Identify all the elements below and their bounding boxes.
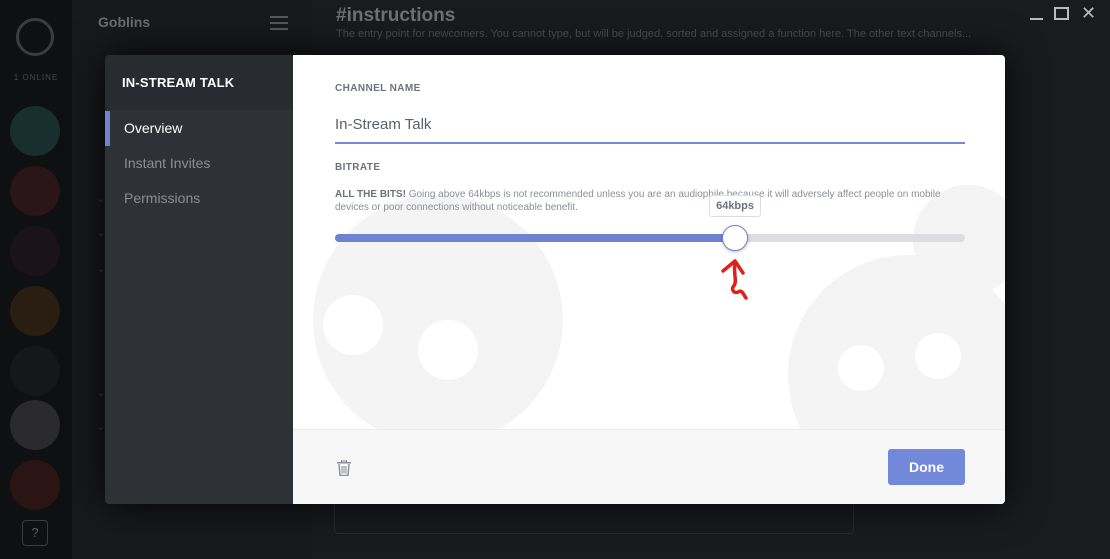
channel-settings-modal: IN-STREAM TALK Overview Instant Invites … [105,55,1005,504]
maximize-icon[interactable] [1054,7,1069,20]
guild-icon[interactable] [10,346,60,396]
bitrate-desc-text: Going above 64kbps is not recommended un… [335,189,941,213]
guild-bar: 1 ONLINE ? [0,0,72,559]
chevron-down-icon[interactable]: ⌄ [96,262,105,275]
nav-overview[interactable]: Overview [105,111,293,146]
decorative-eye [838,345,884,391]
message-input[interactable] [334,500,854,534]
red-arrow-icon [721,259,748,300]
app-window: 1 ONLINE ? Goblins ⌄ ⌄ ⌄ ⌄ ⌄ #instructio… [0,0,1110,559]
channel-name-label: CHANNEL NAME [335,83,421,94]
decorative-eye [418,320,478,380]
done-button[interactable]: Done [888,449,965,485]
menu-icon[interactable] [270,16,288,30]
settings-sidebar: IN-STREAM TALK Overview Instant Invites … [105,55,293,504]
nav-permissions[interactable]: Permissions [105,181,293,216]
channel-topic: The entry point for newcomers. You canno… [336,28,972,40]
modal-footer: Done [293,429,1005,504]
settings-content: CHANNEL NAME BITRATE ALL THE BITS! Going… [293,55,1005,504]
close-icon[interactable]: ✕ [1081,4,1096,22]
guild-icon[interactable] [10,286,60,336]
help-button[interactable]: ? [22,520,48,546]
slider-fill [335,234,736,242]
trash-icon[interactable] [337,460,351,476]
chevron-down-icon[interactable]: ⌄ [96,226,105,239]
nav-instant-invites[interactable]: Instant Invites [105,146,293,181]
home-icon[interactable] [16,18,54,56]
bitrate-tooltip: 64kbps [709,195,762,217]
guild-icon[interactable] [10,226,60,276]
minimize-icon[interactable] [1030,8,1043,20]
chevron-down-icon[interactable]: ⌄ [96,192,105,205]
bitrate-desc-bold: ALL THE BITS! [335,189,406,200]
guild-icon[interactable] [10,106,60,156]
channel-settings-title: IN-STREAM TALK [122,75,235,90]
chevron-down-icon[interactable]: ⌄ [96,386,105,399]
guild-icon[interactable] [10,460,60,510]
online-count: 1 ONLINE [13,73,59,82]
decorative-eye [915,333,961,379]
channel-name-input[interactable] [335,107,965,144]
guild-icon[interactable] [10,166,60,216]
channel-title: #instructions [336,5,456,26]
chevron-down-icon[interactable]: ⌄ [96,420,105,433]
server-name[interactable]: Goblins [98,14,150,30]
decorative-eye [323,295,383,355]
slider-handle[interactable] [722,225,749,251]
guild-icon[interactable] [10,400,60,450]
bitrate-description: ALL THE BITS! Going above 64kbps is not … [335,188,965,214]
bitrate-label: BITRATE [335,162,381,173]
sidebar-header: IN-STREAM TALK [105,55,293,110]
bitrate-slider[interactable]: 64kbps [335,195,965,251]
